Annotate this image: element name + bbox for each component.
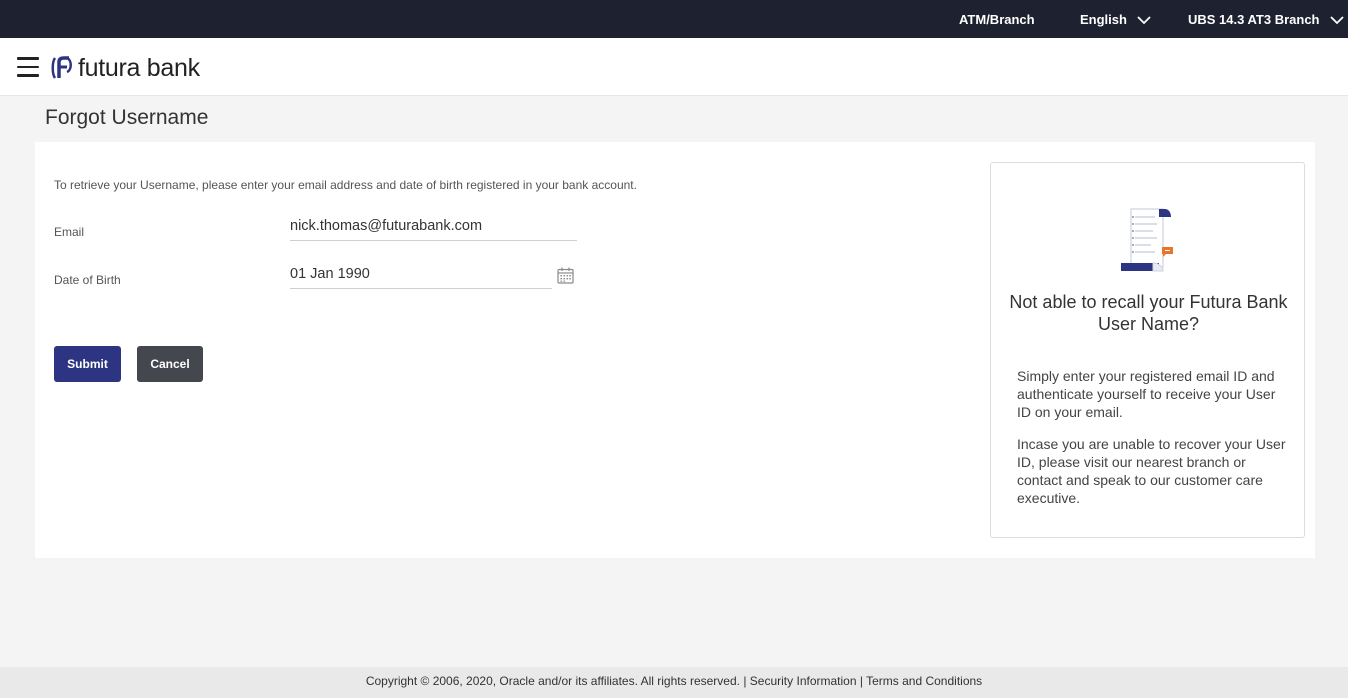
help-paragraph-1: Simply enter your registered email ID an… — [1017, 368, 1276, 420]
atm-branch-label: ATM/Branch — [959, 12, 1035, 27]
footer-separator: | — [743, 674, 747, 688]
forgot-username-card: To retrieve your Username, please enter … — [35, 142, 1315, 558]
language-label: English — [1080, 12, 1127, 27]
hamburger-icon[interactable] — [17, 57, 39, 77]
copyright-text: Copyright © 2006, 2020, Oracle and/or it… — [365, 674, 740, 688]
security-information-link[interactable]: Security Information — [750, 674, 857, 688]
app-header: futura bank — [0, 38, 1348, 96]
cancel-button[interactable]: Cancel — [137, 346, 203, 382]
dob-label: Date of Birth — [54, 273, 121, 287]
logo-text: futura bank — [78, 54, 200, 82]
calendar-icon[interactable] — [557, 267, 574, 284]
help-paragraph-2: Incase you are unable to recover your Us… — [1017, 436, 1286, 506]
chevron-down-icon — [1329, 15, 1344, 24]
chevron-down-icon — [1137, 15, 1151, 24]
email-label: Email — [54, 225, 85, 239]
language-dropdown[interactable]: English — [1080, 12, 1151, 27]
entity-label: UBS 14.3 AT3 Branch — [1188, 12, 1320, 27]
help-panel: Not able to recall your Futura Bank User… — [990, 162, 1305, 538]
entity-dropdown[interactable]: UBS 14.3 AT3 Branch — [1188, 12, 1344, 27]
instruction-text: To retrieve your Username, please enter … — [54, 178, 637, 192]
terms-conditions-link[interactable]: Terms and Conditions — [866, 674, 982, 688]
atm-branch-link[interactable]: ATM/Branch — [959, 12, 1035, 27]
email-field[interactable] — [290, 211, 577, 241]
top-bar: ATM/Branch English UBS 14.3 AT3 Branch — [0, 0, 1348, 38]
submit-button[interactable]: Submit — [54, 346, 121, 382]
document-scroll-icon — [1119, 207, 1177, 273]
help-title: Not able to recall your Futura Bank User… — [1009, 292, 1288, 334]
dob-field[interactable] — [290, 259, 552, 289]
footer: Copyright © 2006, 2020, Oracle and/or it… — [0, 667, 1348, 698]
logo[interactable]: futura bank — [50, 55, 200, 81]
footer-separator: | — [859, 674, 863, 688]
page-title: Forgot Username — [45, 106, 209, 129]
futura-logo-icon — [50, 56, 74, 80]
